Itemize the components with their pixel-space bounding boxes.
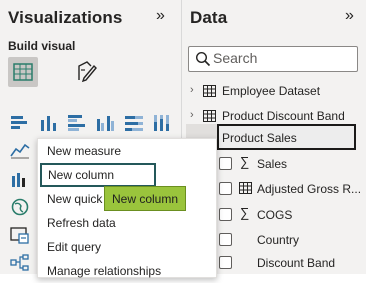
- clustered-bar-chart-icon[interactable]: [67, 114, 87, 132]
- build-visual-tab[interactable]: [8, 57, 38, 87]
- field-checkbox[interactable]: [219, 208, 232, 221]
- table-product-sales[interactable]: Product Sales: [222, 131, 297, 145]
- menu-new-column[interactable]: New column: [40, 163, 156, 187]
- globe-map-icon[interactable]: [10, 198, 30, 216]
- search-placeholder: Search: [213, 50, 258, 66]
- stacked-bar-chart-icon[interactable]: [10, 114, 30, 132]
- data-title: Data: [190, 8, 228, 27]
- format-visual-tab[interactable]: [72, 57, 102, 87]
- sigma-icon: ∑: [240, 205, 250, 220]
- field-checkbox[interactable]: [219, 182, 232, 195]
- table-build-icon: [13, 63, 33, 81]
- field-checkbox[interactable]: [219, 157, 232, 170]
- 100-percent-column-chart-icon[interactable]: [152, 114, 172, 132]
- collapse-data-icon[interactable]: »: [345, 7, 354, 25]
- card-visual-icon[interactable]: [10, 226, 30, 244]
- table-icon: [239, 182, 252, 194]
- new-column-tooltip: New column: [104, 186, 186, 211]
- sigma-icon: ∑: [240, 154, 250, 169]
- waterfall-chart-icon[interactable]: [10, 170, 30, 188]
- stacked-column-chart-icon[interactable]: [39, 114, 59, 132]
- search-icon: [195, 51, 211, 67]
- menu-new-measure[interactable]: New measure: [38, 139, 216, 163]
- table-icon: [203, 110, 216, 122]
- field-checkbox[interactable]: [219, 233, 232, 246]
- field-checkbox[interactable]: [219, 256, 232, 269]
- menu-edit-query[interactable]: Edit query: [38, 235, 216, 259]
- table-product-discount-band[interactable]: Product Discount Band: [222, 109, 345, 123]
- field-country[interactable]: Country: [257, 233, 299, 247]
- build-visual-label: Build visual: [8, 39, 76, 53]
- table-employee-dataset[interactable]: Employee Dataset: [222, 84, 320, 98]
- field-sales[interactable]: Sales: [257, 157, 287, 171]
- expand-chevron-icon[interactable]: ›: [190, 109, 194, 121]
- 100-percent-bar-chart-icon[interactable]: [124, 114, 144, 132]
- field-cogs[interactable]: COGS: [257, 208, 292, 222]
- decomposition-tree-icon[interactable]: [10, 254, 30, 272]
- visualizations-title: Visualizations: [8, 8, 123, 27]
- collapse-visualizations-icon[interactable]: »: [156, 7, 165, 25]
- table-icon: [203, 85, 216, 97]
- expand-chevron-icon[interactable]: ›: [190, 84, 194, 96]
- menu-refresh-data[interactable]: Refresh data: [38, 211, 216, 235]
- clustered-column-chart-icon[interactable]: [96, 114, 116, 132]
- menu-manage-relationships[interactable]: Manage relationships: [38, 259, 216, 283]
- field-adjusted-gross[interactable]: Adjusted Gross R...: [257, 182, 361, 196]
- line-chart-icon[interactable]: [10, 141, 30, 159]
- field-discount-band[interactable]: Discount Band: [257, 256, 335, 270]
- format-visual-icon: [78, 61, 97, 83]
